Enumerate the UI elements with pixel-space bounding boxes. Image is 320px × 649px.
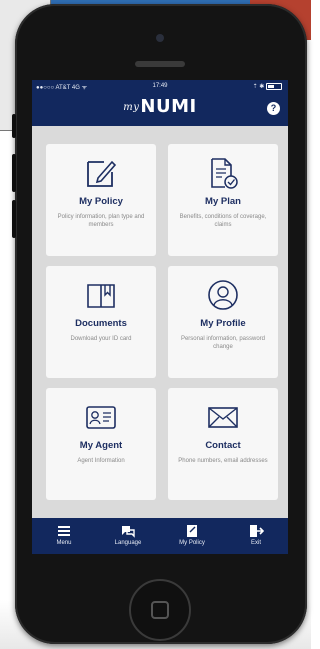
book-bookmark-icon bbox=[87, 284, 115, 308]
app-logo: myNUMI bbox=[123, 96, 197, 117]
user-circle-icon bbox=[208, 280, 238, 310]
tile-title: My Policy bbox=[79, 196, 123, 207]
tab-label: Exit bbox=[250, 540, 261, 546]
tile-title: My Plan bbox=[205, 196, 241, 207]
tile-title: My Agent bbox=[79, 440, 123, 451]
tile-my-policy[interactable]: My Policy Policy information, plan type … bbox=[46, 144, 156, 256]
app-header: ●●○○○ AT&T 4G ᯤ 17:49 ⇡ ✱ myNUMI ? bbox=[32, 80, 288, 126]
policy-document-icon bbox=[187, 525, 197, 537]
exit-door-icon bbox=[250, 525, 264, 537]
front-camera bbox=[156, 34, 164, 42]
mute-switch bbox=[12, 114, 16, 138]
hamburger-menu-icon bbox=[58, 526, 70, 536]
tab-label: Language bbox=[114, 540, 142, 546]
tile-contact[interactable]: Contact Phone numbers, email addresses bbox=[168, 388, 278, 500]
tile-title: Documents bbox=[75, 318, 127, 329]
volume-down-button bbox=[12, 200, 16, 238]
earpiece-speaker bbox=[135, 61, 185, 67]
tile-subtitle: Download your ID card bbox=[70, 336, 132, 342]
tile-subtitle: Agent Information bbox=[77, 458, 125, 464]
envelope-icon bbox=[208, 407, 238, 428]
status-bar: ●●○○○ AT&T 4G ᯤ 17:49 ⇡ ✱ bbox=[32, 82, 288, 94]
help-icon[interactable]: ? bbox=[267, 102, 280, 115]
tab-language[interactable]: Language bbox=[96, 518, 160, 554]
status-right: ⇡ ✱ bbox=[253, 83, 282, 90]
tile-my-agent[interactable]: My Agent Agent Information bbox=[46, 388, 156, 500]
id-card-icon bbox=[86, 406, 116, 429]
volume-up-button bbox=[12, 154, 16, 192]
app-screen: ●●○○○ AT&T 4G ᯤ 17:49 ⇡ ✱ myNUMI ? My Po… bbox=[32, 80, 288, 554]
document-check-icon bbox=[211, 158, 238, 189]
tab-label: My Policy bbox=[179, 540, 205, 546]
tile-documents[interactable]: Documents Download your ID card bbox=[46, 266, 156, 378]
tile-subtitle: Personal information, password change bbox=[180, 336, 266, 351]
tile-subtitle: Phone numbers, email addresses bbox=[178, 458, 268, 464]
tab-label: Menu bbox=[56, 540, 72, 546]
tile-my-plan[interactable]: My Plan Benefits, conditions of coverage… bbox=[168, 144, 278, 256]
tab-my-policy[interactable]: My Policy bbox=[160, 518, 224, 554]
battery-icon bbox=[266, 83, 282, 90]
tile-subtitle: Policy information, plan type and member… bbox=[57, 214, 145, 229]
bottom-tab-bar: Menu Language My Policy Exit bbox=[32, 518, 288, 554]
language-bubble-icon bbox=[122, 526, 135, 538]
tab-menu[interactable]: Menu bbox=[32, 518, 96, 554]
tile-subtitle: Benefits, conditions of coverage, claims bbox=[179, 214, 267, 229]
tile-my-profile[interactable]: My Profile Personal information, passwor… bbox=[168, 266, 278, 378]
home-button[interactable] bbox=[129, 579, 191, 641]
status-time: 17:49 bbox=[152, 83, 168, 89]
tile-title: My Profile bbox=[200, 318, 246, 329]
menu-grid: My Policy Policy information, plan type … bbox=[32, 126, 288, 520]
tab-exit[interactable]: Exit bbox=[224, 518, 288, 554]
edit-document-icon bbox=[87, 160, 117, 187]
tile-title: Contact bbox=[205, 440, 241, 451]
